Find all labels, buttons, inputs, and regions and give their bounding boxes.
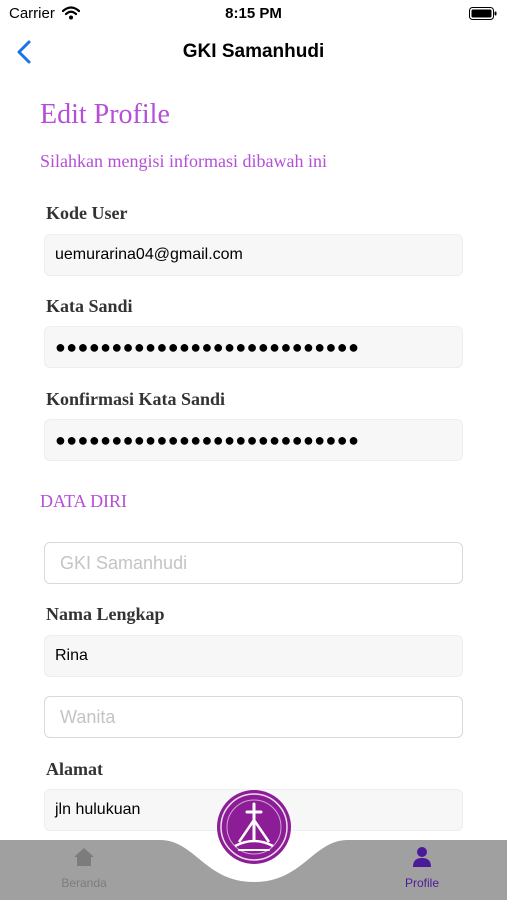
tab-profile[interactable]: Profile [372,846,472,890]
home-icon [74,848,94,866]
status-bar: Carrier 8:15 PM [0,0,507,30]
nama-lengkap-field[interactable]: Rina [44,635,463,677]
person-icon [413,847,431,867]
konfirmasi-kata-sandi-label: Konfirmasi Kata Sandi [46,389,226,409]
nama-lengkap-label: Nama Lengkap [46,604,165,624]
navigation-bar: GKI Samanhudi [0,30,507,74]
tab-beranda-label: Beranda [61,876,107,890]
konfirmasi-kata-sandi-field[interactable]: ●●●●●●●●●●●●●●●●●●●●●●●●●●● [44,419,463,461]
alamat-label: Alamat [46,759,103,779]
gereja-field[interactable]: GKI Samanhudi [44,542,463,584]
kata-sandi-label: Kata Sandi [46,296,133,316]
church-logo-icon [220,793,288,861]
kode-user-label: Kode User [46,203,128,223]
page-title: Edit Profile [40,99,170,130]
kata-sandi-field[interactable]: ●●●●●●●●●●●●●●●●●●●●●●●●●●● [44,326,463,368]
page-subtitle: Silahkan mengisi informasi dibawah ini [40,151,327,171]
clock: 8:15 PM [225,5,282,22]
battery-icon [469,7,497,20]
nav-title: GKI Samanhudi [182,41,325,62]
data-diri-section-title: DATA DIRI [40,491,128,511]
church-logo-button[interactable] [217,790,291,864]
kode-user-field[interactable]: uemurarina04@gmail.com [44,234,463,276]
tab-profile-label: Profile [404,876,439,890]
jenis-kelamin-field[interactable]: Wanita [44,696,463,738]
tab-beranda[interactable]: Beranda [34,846,134,890]
